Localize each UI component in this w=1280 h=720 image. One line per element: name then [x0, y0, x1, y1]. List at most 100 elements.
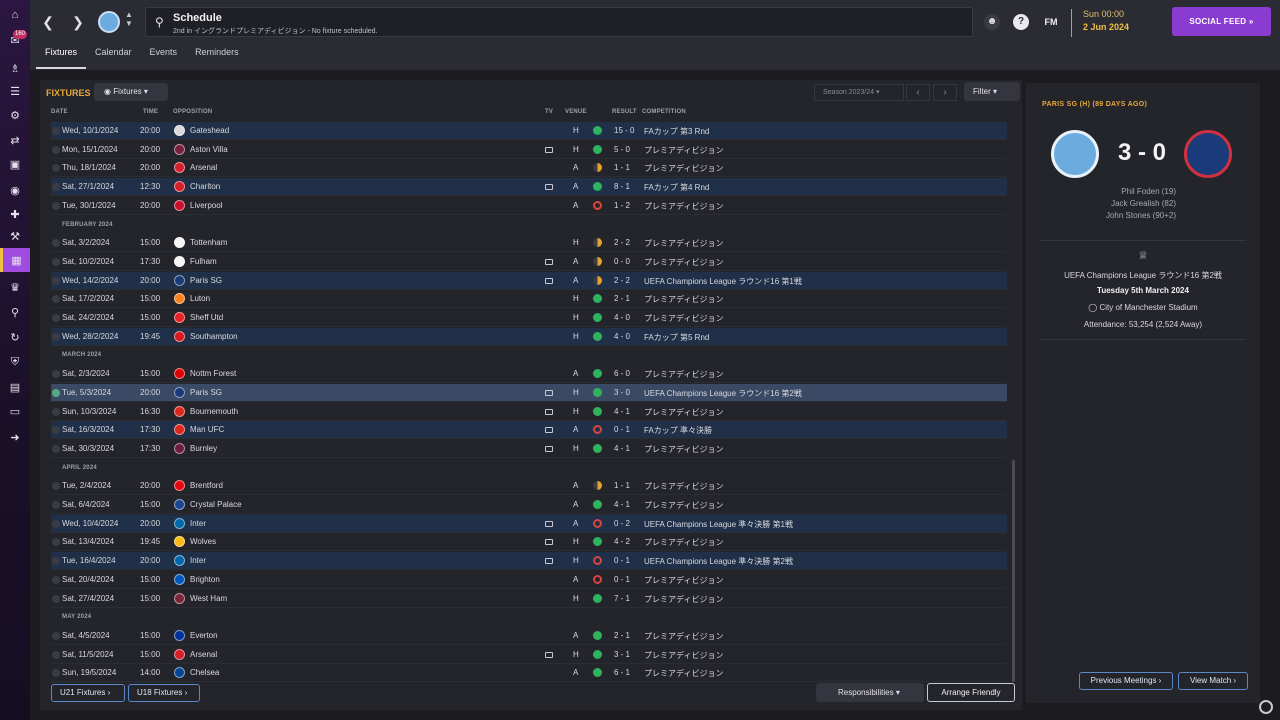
fixture-competition[interactable]: FAカップ 第3 Rnd	[644, 126, 709, 137]
next-season-icon[interactable]: ›	[933, 84, 957, 101]
fixture-score[interactable]: 0 - 2	[614, 519, 630, 528]
fixture-score[interactable]: 7 - 1	[614, 594, 630, 603]
fixture-competition[interactable]: プレミアディビジョン	[644, 257, 723, 268]
fixture-score[interactable]: 3 - 1	[614, 650, 630, 659]
column-date[interactable]: DATE	[51, 109, 68, 115]
arrange-friendly-button[interactable]: Arrange Friendly	[927, 683, 1015, 702]
fixture-row[interactable]: Sat, 16/3/2024 17:30 Man UFC A 0 - 1 FAカップ 準々…	[51, 421, 1007, 440]
u18-fixtures-button[interactable]: U18 Fixtures ›	[128, 684, 200, 702]
fixture-competition[interactable]: プレミアディビジョン	[644, 145, 723, 156]
fixture-row[interactable]: Sat, 13/4/2024 19:45 Wolves H 4 - 2 プレミアディビジョ…	[51, 533, 1007, 552]
transfers-icon[interactable]: ▣	[7, 157, 23, 171]
fixture-row[interactable]: Sat, 27/1/2024 12:30 Charlton A 8 - 1 FAカップ 第…	[51, 178, 1007, 197]
fixture-row[interactable]: Sat, 30/3/2024 17:30 Burnley H 4 - 1 プレミアディビジ…	[51, 440, 1007, 458]
fixture-score[interactable]: 1 - 2	[614, 201, 630, 210]
fixture-opposition[interactable]: Bournemouth	[190, 407, 238, 416]
fixture-row[interactable]: Tue, 5/3/2024 20:00 Paris SG H 3 - 0 UEFA Cha…	[51, 383, 1007, 402]
column-competition[interactable]: COMPETITION	[642, 109, 686, 115]
column-result[interactable]: RESULT	[612, 109, 637, 115]
fixture-opposition[interactable]: Inter	[190, 556, 206, 565]
season-dropdown[interactable]: Season 2023/24 ▾	[814, 84, 904, 101]
dynamics-icon[interactable]: ⇄	[7, 133, 23, 147]
social-feed-button[interactable]: SOCIAL FEED »	[1172, 7, 1271, 36]
fixture-row[interactable]: Sun, 10/3/2024 16:30 Bournemouth H 4 - 1 プレミア…	[51, 403, 1007, 421]
goalscorer[interactable]: Jack Grealish (82)	[1026, 198, 1176, 210]
fixture-score[interactable]: 5 - 0	[614, 145, 630, 154]
tab-calendar[interactable]: Calendar	[86, 41, 141, 69]
club-badge-icon[interactable]	[98, 11, 120, 33]
fixture-competition[interactable]: プレミアディビジョン	[644, 650, 723, 661]
fixture-competition[interactable]: プレミアディビジョン	[644, 313, 723, 324]
fixture-row[interactable]: Tue, 16/4/2024 20:00 Inter H 0 - 1 UEFA Champ…	[51, 552, 1007, 571]
fixture-opposition[interactable]: Paris SG	[190, 276, 222, 285]
fixture-score[interactable]: 0 - 1	[614, 425, 630, 434]
fixture-score[interactable]: 2 - 1	[614, 631, 630, 640]
fixture-score[interactable]: 0 - 0	[614, 257, 630, 266]
squad-icon[interactable]: ♗	[7, 61, 23, 75]
briefcase-icon[interactable]: ▤	[7, 380, 23, 394]
previous-meetings-button[interactable]: Previous Meetings ›	[1079, 672, 1173, 690]
scouting-icon[interactable]: ◉	[7, 183, 23, 197]
fixture-score[interactable]: 4 - 1	[614, 500, 630, 509]
fixture-row[interactable]: Sat, 3/2/2024 15:00 Tottenham H 2 - 2 プレミアディビ…	[51, 234, 1007, 253]
fixture-opposition[interactable]: Everton	[190, 631, 218, 640]
fixture-row[interactable]: Wed, 10/1/2024 20:00 Gateshead H 15 - 0 FAカップ…	[51, 122, 1007, 140]
column-venue[interactable]: VENUE	[565, 109, 587, 115]
fm-menu-icon[interactable]: FM	[1041, 14, 1061, 30]
fixture-row[interactable]: Tue, 30/1/2024 20:00 Liverpool A 1 - 2 プレミアディ…	[51, 197, 1007, 215]
fixture-score[interactable]: 2 - 2	[614, 238, 630, 247]
fixture-row[interactable]: Sat, 10/2/2024 17:30 Fulham A 0 - 0 プレミアディビジョ…	[51, 253, 1007, 271]
clipboard-icon[interactable]: ☰	[7, 84, 23, 98]
fixture-row[interactable]: Wed, 10/4/2024 20:00 Inter A 0 - 2 UEFA Champ…	[51, 514, 1007, 533]
fixture-competition[interactable]: プレミアディビジョン	[644, 201, 723, 212]
fixture-opposition[interactable]: Liverpool	[190, 201, 222, 210]
goalscorer[interactable]: Phil Foden (19)	[1026, 186, 1176, 198]
fixture-opposition[interactable]: Burnley	[190, 444, 217, 453]
finance-icon[interactable]: ▭	[7, 404, 23, 418]
fixture-opposition[interactable]: West Ham	[190, 594, 227, 603]
column-time[interactable]: TIME	[143, 109, 158, 115]
fixture-opposition[interactable]: Tottenham	[190, 238, 227, 247]
fixture-opposition[interactable]: Paris SG	[190, 388, 222, 397]
club-shield-icon[interactable]: ⛨	[7, 355, 23, 369]
search-bar[interactable]: ⚲ Schedule 2nd in イングランドプレミアディビジョン - No …	[145, 7, 973, 37]
fixture-competition[interactable]: プレミアディビジョン	[644, 631, 723, 642]
fixture-score[interactable]: 6 - 1	[614, 668, 630, 677]
fixture-score[interactable]: 0 - 1	[614, 556, 630, 565]
fixture-competition[interactable]: プレミアディビジョン	[644, 537, 723, 548]
fixture-opposition[interactable]: Wolves	[190, 537, 216, 546]
forward-arrow-icon[interactable]: ❯	[69, 13, 87, 31]
fixture-row[interactable]: Sat, 20/4/2024 15:00 Brighton A 0 - 1 プレミアディビ…	[51, 571, 1007, 589]
fixture-row[interactable]: Wed, 14/2/2024 20:00 Paris SG A 2 - 2 UEFA Ch…	[51, 271, 1007, 290]
fixture-opposition[interactable]: Nottm Forest	[190, 369, 236, 378]
training-icon[interactable]: ⚙	[7, 108, 23, 122]
fixture-score[interactable]: 8 - 1	[614, 182, 630, 191]
fixture-opposition[interactable]: Inter	[190, 519, 206, 528]
filter-button[interactable]: Filter ▾	[964, 82, 1020, 101]
fixture-score[interactable]: 1 - 1	[614, 481, 630, 490]
fixture-opposition[interactable]: Aston Villa	[190, 145, 228, 154]
fixture-row[interactable]: Sat, 11/5/2024 15:00 Arsenal H 3 - 1 プレミアディビジ…	[51, 646, 1007, 664]
view-dropdown[interactable]: ◉ Fixtures ▾	[94, 83, 168, 101]
match-stadium[interactable]: ◯ City of Manchester Stadium	[1026, 303, 1260, 312]
fixture-opposition[interactable]: Chelsea	[190, 668, 219, 677]
fixture-score[interactable]: 15 - 0	[614, 126, 634, 135]
fixture-competition[interactable]: プレミアディビジョン	[644, 444, 723, 455]
fixture-score[interactable]: 6 - 0	[614, 369, 630, 378]
fixture-row[interactable]: Sat, 24/2/2024 15:00 Sheff Utd H 4 - 0 プレミアディ…	[51, 309, 1007, 327]
home-icon[interactable]: ⌂	[7, 8, 23, 22]
fixtures-scrollbar[interactable]	[1012, 460, 1015, 682]
fixture-score[interactable]: 3 - 0	[614, 388, 630, 397]
help-icon[interactable]: ?	[1013, 14, 1029, 30]
fixture-competition[interactable]: プレミアディビジョン	[644, 668, 723, 679]
away-team-badge-icon[interactable]	[1184, 130, 1232, 178]
fixture-competition[interactable]: UEFA Champions League 準々決勝 第2戦	[644, 556, 793, 567]
fixture-competition[interactable]: FAカップ 第5 Rnd	[644, 332, 709, 343]
fixture-row[interactable]: Sat, 4/5/2024 15:00 Everton A 2 - 1 プレミアディビジョ…	[51, 627, 1007, 645]
fixture-score[interactable]: 1 - 1	[614, 163, 630, 172]
fixture-competition[interactable]: プレミアディビジョン	[644, 575, 723, 586]
fixture-row[interactable]: Thu, 18/1/2024 20:00 Arsenal A 1 - 1 プレミアディビジ…	[51, 159, 1007, 178]
fixture-competition[interactable]: プレミアディビジョン	[644, 407, 723, 418]
tab-events[interactable]: Events	[141, 41, 187, 69]
fixture-score[interactable]: 4 - 1	[614, 444, 630, 453]
